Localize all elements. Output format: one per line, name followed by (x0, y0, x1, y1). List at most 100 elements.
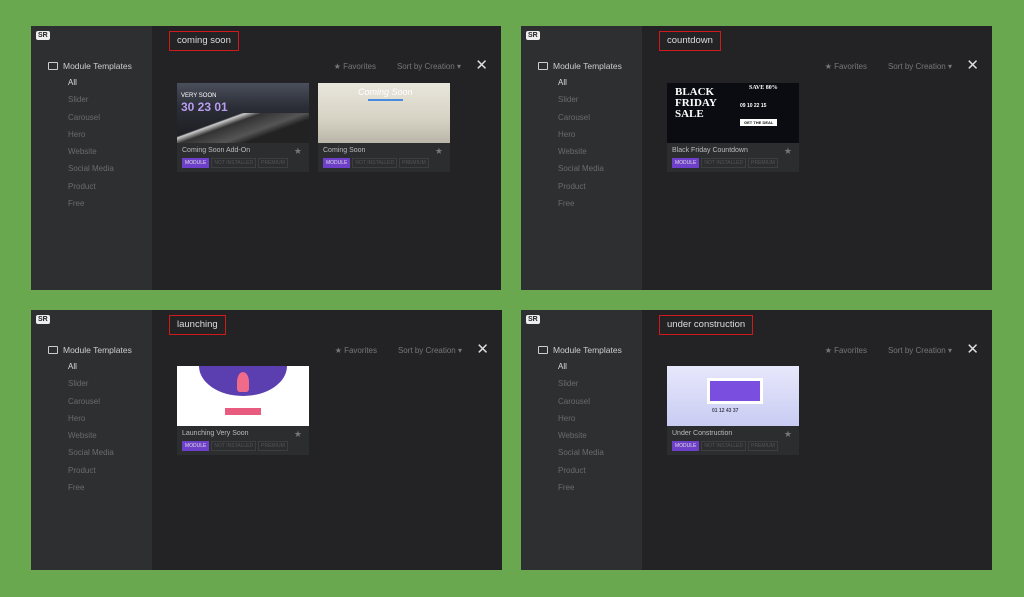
close-button[interactable]: ✕ (966, 340, 979, 358)
sr-logo: SR (36, 31, 50, 40)
tag-premium: PREMIUM (748, 158, 778, 168)
sort-label: Sort by Creation (397, 346, 456, 355)
tag-not-installed: NOT INSTALLED (211, 158, 257, 168)
search-input[interactable]: launching (169, 315, 226, 335)
tag-not-installed: NOT INSTALLED (701, 441, 747, 451)
template-thumbnail[interactable]: 01 12 43 37 (667, 366, 799, 426)
category-hero[interactable]: Hero (558, 130, 604, 147)
tag-module: MODULE (182, 441, 210, 451)
thumb-text: 09 10 22 15 (740, 103, 767, 109)
template-card[interactable]: Coming Soon Coming Soon ★ MODULE NOT INSTA… (318, 83, 450, 172)
sort-dropdown[interactable]: Sort by Creation ▾ (397, 62, 461, 71)
category-social-media[interactable]: Social Media (68, 448, 114, 465)
category-all[interactable]: All (558, 78, 604, 95)
favorites-button[interactable]: ★ Favorites (825, 346, 867, 355)
module-templates-heading[interactable]: Module Templates (538, 345, 622, 355)
thumb-text: SAVE 80% (749, 85, 778, 91)
category-free[interactable]: Free (558, 199, 604, 216)
template-thumbnail[interactable]: BLACK FRIDAY SALE SAVE 80% 09 10 22 15 GET … (667, 83, 799, 143)
template-thumbnail[interactable]: VERY SOON 30 23 01 (177, 83, 309, 143)
sr-logo: SR (526, 315, 540, 324)
favorite-star-icon[interactable]: ★ (294, 429, 302, 440)
sort-label: Sort by Creation (887, 346, 946, 355)
category-product[interactable]: Product (558, 466, 604, 483)
tag-not-installed: NOT INSTALLED (701, 158, 747, 168)
category-free[interactable]: Free (68, 199, 114, 216)
category-carousel[interactable]: Carousel (68, 113, 114, 130)
category-social-media[interactable]: Social Media (68, 164, 114, 181)
category-slider[interactable]: Slider (68, 95, 114, 112)
category-all[interactable]: All (68, 78, 114, 95)
section-title: Module Templates (63, 61, 132, 71)
sort-label: Sort by Creation (887, 62, 946, 71)
template-title: Coming Soon (323, 147, 366, 154)
category-product[interactable]: Product (68, 466, 114, 483)
category-website[interactable]: Website (558, 431, 604, 448)
sidebar: SR Module Templates All Slider Carousel Her… (31, 26, 152, 290)
close-button[interactable]: ✕ (475, 56, 488, 74)
sort-dropdown[interactable]: Sort by Creation ▾ (888, 62, 952, 71)
search-input[interactable]: under construction (659, 315, 754, 335)
favorites-button[interactable]: ★ Favorites (334, 62, 376, 71)
close-button[interactable]: ✕ (476, 340, 489, 358)
star-icon: ★ (334, 346, 342, 355)
image-icon (538, 346, 548, 354)
tag-premium: PREMIUM (258, 158, 288, 168)
search-input[interactable]: coming soon (169, 31, 239, 51)
favorites-button[interactable]: ★ Favorites (335, 346, 377, 355)
favorites-button[interactable]: ★ Favorites (825, 62, 867, 71)
category-hero[interactable]: Hero (68, 130, 114, 147)
template-library-panel: SR Module Templates All Slider Carousel Her… (521, 26, 992, 290)
section-title: Module Templates (553, 345, 622, 355)
category-hero[interactable]: Hero (558, 414, 604, 431)
favorite-star-icon[interactable]: ★ (784, 429, 792, 440)
tag-module: MODULE (182, 158, 210, 168)
tag-premium: PREMIUM (258, 441, 288, 451)
module-templates-heading[interactable]: Module Templates (48, 345, 132, 355)
sort-dropdown[interactable]: Sort by Creation ▾ (888, 346, 952, 355)
category-website[interactable]: Website (68, 431, 114, 448)
favorite-star-icon[interactable]: ★ (294, 146, 302, 157)
category-product[interactable]: Product (68, 182, 114, 199)
category-all[interactable]: All (68, 362, 114, 379)
category-slider[interactable]: Slider (558, 379, 604, 396)
star-icon: ★ (824, 62, 832, 71)
category-slider[interactable]: Slider (68, 379, 114, 396)
favorite-star-icon[interactable]: ★ (435, 146, 443, 157)
category-social-media[interactable]: Social Media (558, 164, 604, 181)
category-all[interactable]: All (558, 362, 604, 379)
close-button[interactable]: ✕ (966, 56, 979, 74)
template-card[interactable]: VERY SOON 30 23 01 Coming Soon Add-On ★ MO… (177, 83, 309, 172)
category-slider[interactable]: Slider (558, 95, 604, 112)
category-carousel[interactable]: Carousel (558, 397, 604, 414)
category-product[interactable]: Product (558, 182, 604, 199)
category-free[interactable]: Free (558, 483, 604, 500)
category-hero[interactable]: Hero (68, 414, 114, 431)
image-icon (538, 62, 548, 70)
caret-down-icon: ▾ (456, 62, 461, 71)
template-title: Launching Very Soon (182, 430, 249, 437)
category-free[interactable]: Free (68, 483, 114, 500)
tag-module: MODULE (323, 158, 351, 168)
image-icon (48, 346, 58, 354)
template-card[interactable]: 01 12 43 37 Under Construction ★ MODULE NO… (667, 366, 799, 455)
favorite-star-icon[interactable]: ★ (784, 146, 792, 157)
category-carousel[interactable]: Carousel (68, 397, 114, 414)
category-carousel[interactable]: Carousel (558, 113, 604, 130)
category-social-media[interactable]: Social Media (558, 448, 604, 465)
search-input[interactable]: countdown (659, 31, 721, 51)
module-templates-heading[interactable]: Module Templates (48, 61, 132, 71)
template-card[interactable]: BLACK FRIDAY SALE SAVE 80% 09 10 22 15 GET … (667, 83, 799, 172)
template-thumbnail[interactable] (177, 366, 309, 426)
category-website[interactable]: Website (68, 147, 114, 164)
sort-dropdown[interactable]: Sort by Creation ▾ (398, 346, 462, 355)
category-website[interactable]: Website (558, 147, 604, 164)
tag-premium: PREMIUM (399, 158, 429, 168)
tag-not-installed: NOT INSTALLED (211, 441, 257, 451)
favorites-label: Favorites (344, 346, 377, 355)
star-icon: ★ (824, 346, 832, 355)
template-thumbnail[interactable]: Coming Soon (318, 83, 450, 143)
template-title: Coming Soon Add-On (182, 147, 251, 154)
template-card[interactable]: Launching Very Soon ★ MODULE NOT INSTALLED… (177, 366, 309, 455)
module-templates-heading[interactable]: Module Templates (538, 61, 622, 71)
